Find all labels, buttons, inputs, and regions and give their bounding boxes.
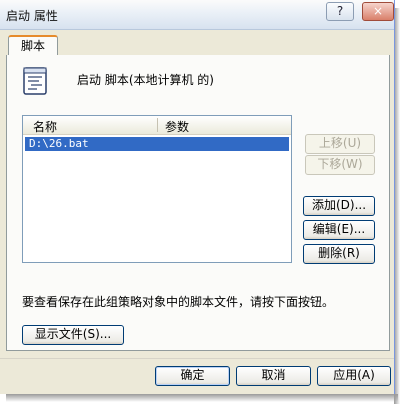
add-button[interactable]: 添加(D)... [303, 196, 375, 216]
cancel-button[interactable]: 取消 [236, 366, 311, 386]
scripts-heading: 启动 脚本(本地计算机 的) [77, 73, 214, 87]
show-files-button[interactable]: 显示文件(S)... [22, 325, 124, 345]
move-down-button[interactable]: 下移(W) [305, 155, 375, 175]
table-row[interactable]: D:\26.bat [25, 137, 289, 151]
script-name: D:\26.bat [29, 137, 89, 150]
script-icon [23, 67, 47, 95]
column-header-name[interactable]: 名称 [33, 118, 57, 135]
help-icon: ? [336, 4, 344, 18]
window-title: 启动 属性 [6, 9, 58, 23]
properties-dialog: 启动 属性 ? × 脚本 启动 脚本(本地计算机 的) 名称 参数 D:\26.… [0, 0, 395, 394]
title-bar[interactable]: 启动 属性 ? × [0, 0, 394, 30]
list-header: 名称 参数 [23, 116, 291, 135]
window-shadow-bottom [6, 394, 398, 402]
remove-button[interactable]: 删除(R) [303, 244, 375, 264]
footer-divider [0, 358, 394, 359]
edit-button[interactable]: 编辑(E)... [303, 220, 375, 240]
close-button[interactable]: × [362, 2, 394, 21]
close-icon: × [372, 4, 384, 18]
ok-button[interactable]: 确定 [155, 366, 230, 386]
move-up-button[interactable]: 上移(U) [305, 134, 375, 154]
apply-button[interactable]: 应用(A) [317, 366, 391, 386]
help-button[interactable]: ? [326, 2, 354, 21]
instruction-text: 要查看保存在此组策略对象中的脚本文件，请按下面按钮。 [22, 295, 335, 309]
column-divider[interactable] [157, 118, 158, 132]
scripts-list[interactable]: 名称 参数 D:\26.bat [22, 115, 292, 263]
column-header-params[interactable]: 参数 [165, 118, 189, 135]
